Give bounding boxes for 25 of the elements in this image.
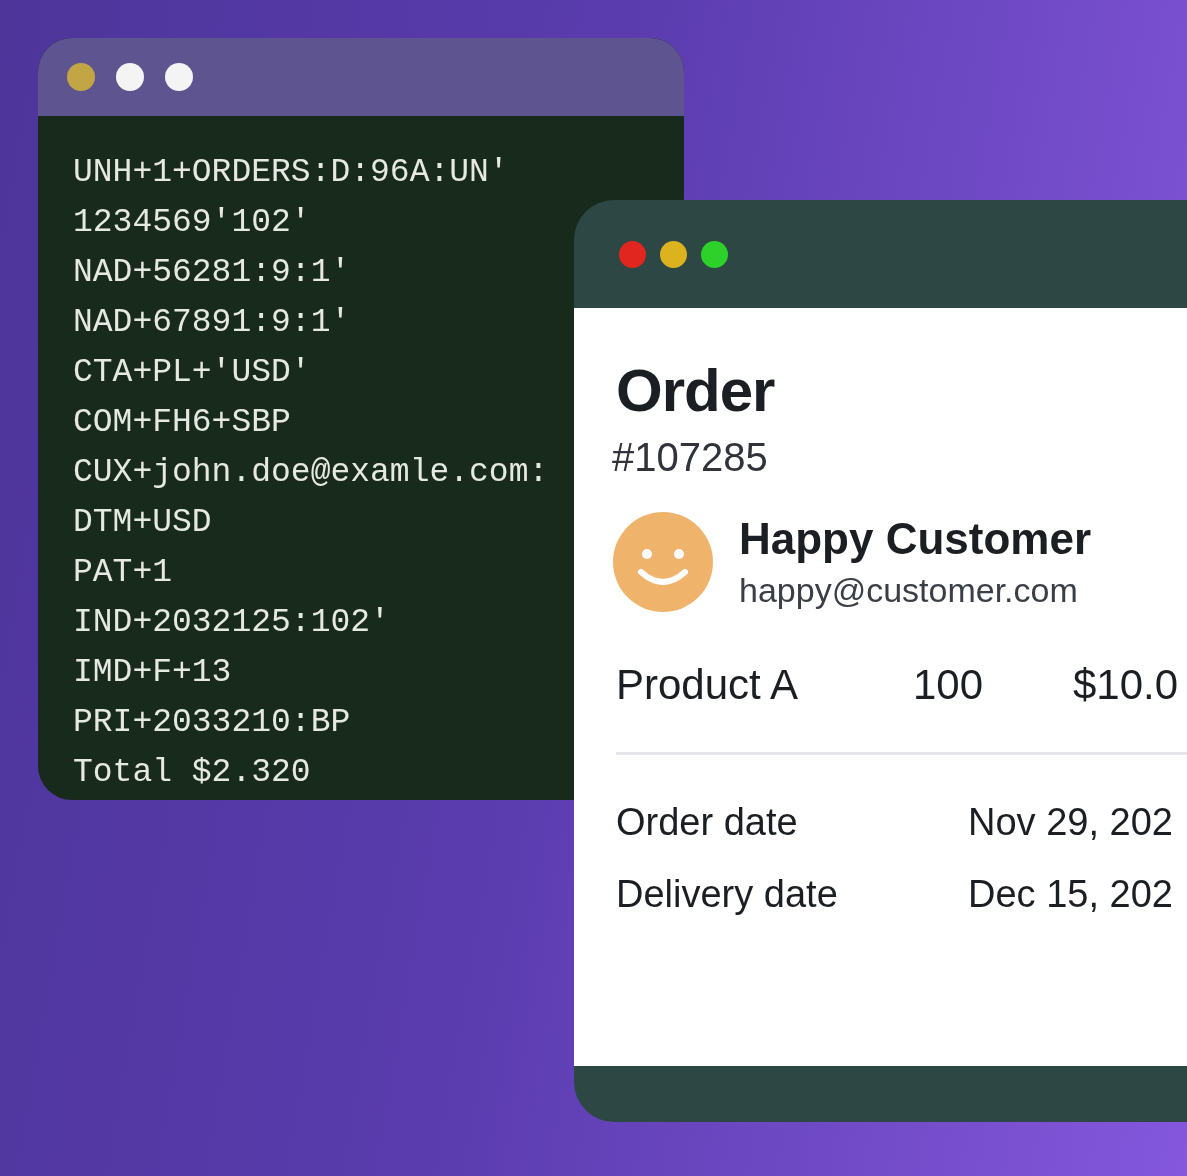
code-line: PAT+1 (73, 553, 173, 593)
smiley-avatar-icon (613, 512, 713, 612)
code-line: CUX+john.doe@examle.com: (73, 453, 549, 493)
code-line: IMD+F+13 (73, 653, 232, 693)
code-line: CTA+PL+'USD' (73, 353, 311, 393)
code-line: NAD+56281:9:1' (73, 253, 351, 293)
product-quantity: 100 (913, 660, 985, 710)
customer-name: Happy Customer (739, 513, 1092, 565)
code-line: PRI+2033210:BP (73, 703, 351, 743)
order-number: #107285 (612, 434, 769, 480)
code-line: Total $2.320 (73, 753, 311, 793)
code-line: DTM+USD (73, 503, 212, 543)
customer-email: happy@customer.com (739, 570, 1079, 611)
code-line: UNH+1+ORDERS:D:96A:UN' (73, 153, 509, 193)
code-line: COM+FH6+SBP (73, 403, 291, 443)
detail-value: Nov 29, 202 (968, 800, 1173, 845)
code-line: 1234569'102' (73, 203, 311, 243)
detail-label: Delivery date (616, 872, 839, 917)
order-title: Order (616, 358, 776, 424)
product-price: $10.0 (1073, 660, 1179, 710)
detail-value: Dec 15, 202 (968, 872, 1173, 917)
code-line: NAD+67891:9:1' (73, 303, 351, 343)
product-name: Product A (616, 660, 800, 710)
detail-label: Order date (616, 800, 799, 845)
code-line: IND+2032125:102' (73, 603, 390, 643)
